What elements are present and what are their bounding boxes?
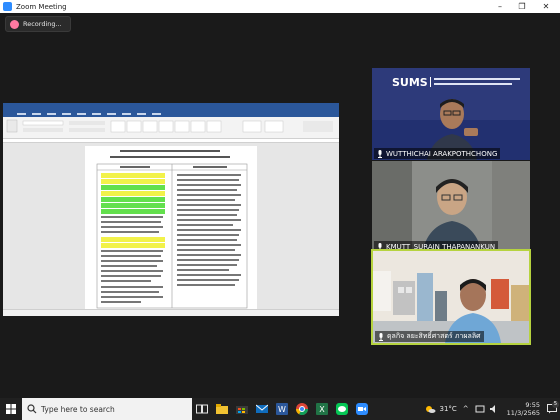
svg-text:W: W bbox=[278, 405, 286, 414]
zoom-logo-icon bbox=[3, 2, 12, 11]
mic-icon bbox=[379, 332, 383, 341]
volume-icon[interactable] bbox=[489, 404, 499, 414]
participant-3-nameplate: ดุลกิจ ลยะสิทธิ์ศาสตร์ ภาผลลิศ bbox=[375, 331, 484, 342]
word-statusbar bbox=[3, 309, 339, 316]
meeting-stage: Recording... SUMS WUTTHICHAI ARAKPOTHCHO… bbox=[0, 13, 560, 398]
word-icon[interactable]: W bbox=[272, 398, 292, 420]
folder-glyph bbox=[216, 404, 228, 414]
participant-tile-1[interactable]: SUMS WUTTHICHAI ARAKPOTHCHONG bbox=[372, 68, 530, 160]
taskbar-search-box[interactable]: Type here to search bbox=[22, 398, 192, 420]
zoom-titlebar: Zoom Meeting – ❐ ✕ bbox=[0, 0, 560, 13]
shared-screen[interactable] bbox=[3, 103, 339, 316]
close-button[interactable]: ✕ bbox=[536, 0, 556, 13]
participant-3-video bbox=[373, 251, 529, 343]
search-placeholder: Type here to search bbox=[41, 404, 115, 414]
windows-taskbar: Type here to search W X 31°C ^ 9:55 11/3… bbox=[0, 398, 560, 420]
store-glyph bbox=[236, 406, 248, 414]
zoom-glyph bbox=[356, 403, 368, 415]
maximize-button[interactable]: ❐ bbox=[512, 0, 532, 13]
mail-icon[interactable] bbox=[252, 398, 272, 420]
word-document-area[interactable] bbox=[3, 143, 339, 309]
participant-tile-3-active-speaker[interactable]: ดุลกิจ ลยะสิทธิ์ศาสตร์ ภาผลลิศ bbox=[371, 249, 531, 345]
word-page-content bbox=[96, 150, 248, 309]
recording-indicator[interactable]: Recording... bbox=[5, 16, 71, 32]
line-icon[interactable] bbox=[332, 398, 352, 420]
participant-1-name: WUTTHICHAI ARAKPOTHCHONG bbox=[386, 149, 498, 158]
svg-text:X: X bbox=[319, 405, 325, 414]
excel-icon[interactable]: X bbox=[312, 398, 332, 420]
mail-glyph bbox=[256, 404, 268, 413]
word-glyph: W bbox=[276, 403, 288, 415]
participant-1-video bbox=[372, 99, 530, 160]
notification-count-badge: 5 bbox=[552, 401, 559, 408]
participant-3-name: ดุลกิจ ลยะสิทธิ์ศาสตร์ ภาผลลิศ bbox=[387, 332, 481, 340]
chrome-glyph bbox=[296, 403, 308, 415]
start-button[interactable] bbox=[0, 398, 22, 420]
line-glyph bbox=[336, 403, 348, 415]
word-ribbon-tabs[interactable] bbox=[3, 110, 339, 117]
participant-tile-2[interactable]: KMUTT_SURAIN THAPANANKUN bbox=[372, 161, 530, 253]
clock-date: 11/3/2565 bbox=[506, 409, 540, 417]
network-icon[interactable] bbox=[475, 404, 485, 414]
system-tray: 31°C ^ 9:55 11/3/2565 5 bbox=[424, 398, 560, 420]
word-page[interactable] bbox=[85, 146, 257, 309]
weather-temperature: 31°C bbox=[439, 405, 457, 413]
notification-center-button[interactable]: 5 bbox=[544, 398, 560, 420]
file-explorer-icon[interactable] bbox=[212, 398, 232, 420]
clock[interactable]: 9:55 11/3/2565 bbox=[507, 401, 540, 417]
word-titlebar bbox=[3, 103, 339, 110]
recording-dot-icon bbox=[10, 19, 19, 29]
task-view-icon[interactable] bbox=[192, 398, 212, 420]
window-title: Zoom Meeting bbox=[16, 2, 67, 11]
windows-logo-icon bbox=[6, 404, 16, 414]
tray-chevron-icon[interactable]: ^ bbox=[463, 405, 469, 413]
store-icon[interactable] bbox=[232, 398, 252, 420]
word-ribbon-graphic bbox=[6, 119, 333, 133]
search-icon bbox=[27, 404, 37, 414]
weather-sun-icon bbox=[426, 406, 436, 413]
participant-1-nameplate: WUTTHICHAI ARAKPOTHCHONG bbox=[374, 148, 501, 159]
minimize-button[interactable]: – bbox=[490, 0, 510, 13]
word-ribbon[interactable] bbox=[3, 117, 339, 139]
recording-label: Recording... bbox=[23, 20, 62, 28]
task-view-glyph bbox=[196, 404, 208, 414]
mic-icon bbox=[378, 149, 382, 158]
chrome-icon[interactable] bbox=[292, 398, 312, 420]
zoom-taskbar-icon[interactable] bbox=[352, 398, 372, 420]
excel-glyph: X bbox=[316, 403, 328, 415]
clock-time: 9:55 bbox=[525, 401, 540, 409]
participant-2-video bbox=[372, 161, 530, 253]
